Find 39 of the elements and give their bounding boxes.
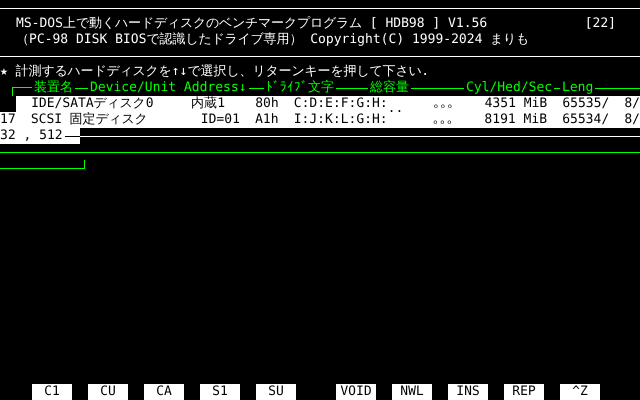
function-key[interactable]: S1 — [200, 384, 240, 400]
table-cell: 8/ — [624, 96, 640, 112]
table-cell: IDE/SATAディスク0 — [31, 96, 154, 112]
function-key[interactable]: INS — [448, 384, 488, 400]
table-cell: .. — [388, 101, 404, 117]
table-cell: 80h — [255, 96, 279, 112]
function-key[interactable]: CU — [88, 384, 128, 400]
column-header: Leng — [560, 80, 596, 96]
instruction-text: ★ 計測するハードディスクを↑↓で選択し、リターンキーを押して下さい. — [0, 64, 430, 80]
table-cell: A1h — [255, 112, 279, 128]
table-cell: 65535/ — [562, 96, 610, 112]
function-key[interactable]: CA — [144, 384, 184, 400]
table-cell: 65534/ — [562, 112, 610, 128]
column-header: 総容量 — [368, 80, 411, 96]
function-key[interactable]: VOID — [336, 384, 376, 400]
column-header: ﾄﾞﾗｲﾌﾞ文字 — [264, 80, 336, 96]
table-cell: C:D:E:F:G:H: — [294, 96, 388, 112]
table-cell: I:J:K:L:G:H: — [294, 112, 388, 128]
column-header: Cyl/Hed/Sec — [464, 80, 554, 96]
table-cell: ｡｡｡ — [433, 112, 454, 128]
function-key[interactable]: C1 — [32, 384, 72, 400]
table-cell: SCSI — [30, 112, 62, 128]
column-header: 装置名 — [32, 80, 75, 96]
table-cell: 17 — [0, 112, 16, 128]
table-cell: ｡｡｡ — [433, 96, 454, 112]
function-key[interactable]: SU — [256, 384, 296, 400]
table-cell: 4351 MiB — [484, 96, 548, 112]
table-cell: 内蔵1 — [191, 96, 226, 112]
function-key[interactable]: REP — [504, 384, 544, 400]
function-key[interactable]: NWL — [392, 384, 432, 400]
function-key[interactable]: ^Z — [560, 384, 600, 400]
table-cell: ID=01 — [200, 112, 240, 128]
table-cell: 8/ — [624, 112, 640, 128]
program-title: MS-DOS上で動くハードディスクのベンチマークプログラム [ HDB98 ] V1.56 — [16, 16, 488, 32]
table-cell: 32 , 512 — [0, 128, 63, 144]
copyright-text: （PC-98 DISK BIOSで認識したドライブ専用） Copyright(C) 1999-2024 まりも — [16, 32, 530, 48]
table-cell: 固定ディスク — [70, 112, 148, 128]
screen-counter: [22] — [584, 16, 616, 32]
table-cell: 8191 MiB — [484, 112, 548, 128]
